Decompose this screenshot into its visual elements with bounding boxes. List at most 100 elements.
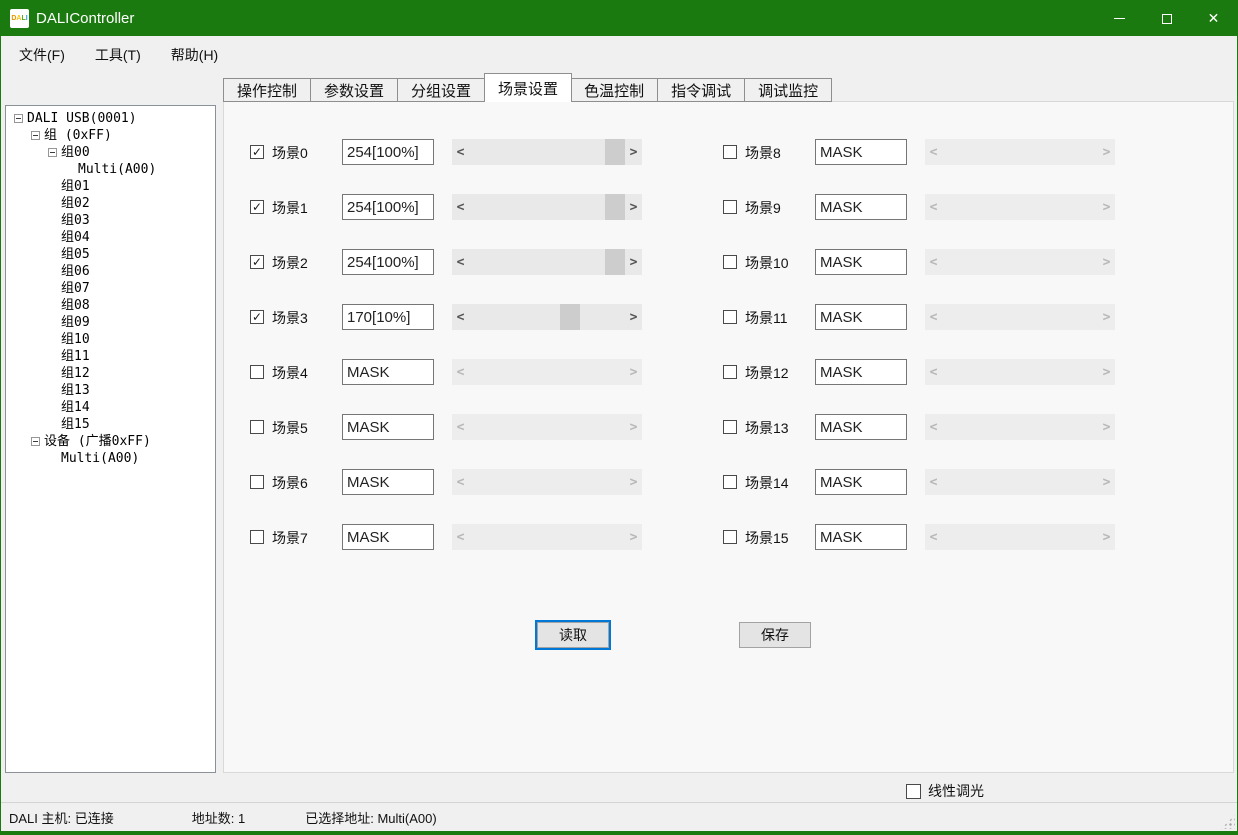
scene-value-input[interactable] — [815, 194, 907, 220]
tree-item[interactable]: 组04 — [6, 229, 215, 246]
scene-checkbox[interactable] — [723, 145, 737, 159]
scrollbar-right-arrow-icon[interactable]: > — [625, 249, 642, 275]
tree-collapse-icon[interactable] — [31, 437, 40, 446]
tree-collapse-icon[interactable] — [31, 131, 40, 140]
tree-item[interactable]: 组02 — [6, 195, 215, 212]
close-button[interactable]: ✕ — [1190, 1, 1237, 36]
scene-value-input[interactable] — [815, 469, 907, 495]
menu-file[interactable]: 文件(F) — [9, 40, 75, 70]
scene-value-input[interactable] — [342, 139, 434, 165]
scene-value-input[interactable] — [815, 304, 907, 330]
scene-checkbox[interactable] — [250, 420, 264, 434]
scene-checkbox[interactable]: ✓ — [250, 145, 264, 159]
scene-checkbox[interactable] — [250, 475, 264, 489]
tree-item[interactable]: 组 (0xFF) — [6, 127, 215, 144]
scene-level-scrollbar: <> — [925, 359, 1115, 385]
scene-checkbox[interactable] — [723, 200, 737, 214]
tab-2[interactable]: 参数设置 — [311, 78, 398, 102]
tree-item[interactable]: 组11 — [6, 348, 215, 365]
tree-item[interactable]: 组01 — [6, 178, 215, 195]
tab-4[interactable]: 场景设置 — [484, 73, 572, 102]
scene-level-scrollbar[interactable]: <> — [452, 139, 642, 165]
read-button[interactable]: 读取 — [537, 622, 609, 648]
tab-1[interactable]: 操作控制 — [223, 78, 311, 102]
tree-item[interactable]: 组09 — [6, 314, 215, 331]
tree-item[interactable]: Multi(A00) — [6, 450, 215, 467]
scene-row: ✓场景3<> — [250, 304, 682, 330]
tree-item-label: 组15 — [61, 416, 90, 433]
scene-value-input[interactable] — [815, 139, 907, 165]
tree-item[interactable]: 组14 — [6, 399, 215, 416]
scrollbar-left-arrow-icon[interactable]: < — [452, 304, 469, 330]
scene-checkbox[interactable]: ✓ — [250, 255, 264, 269]
scrollbar-left-arrow-icon[interactable]: < — [452, 139, 469, 165]
scene-value-input[interactable] — [342, 304, 434, 330]
tab-6[interactable]: 指令调试 — [658, 78, 745, 102]
scene-value-input[interactable] — [342, 194, 434, 220]
menu-tools[interactable]: 工具(T) — [85, 40, 151, 70]
tree-collapse-icon[interactable] — [14, 114, 23, 123]
scene-checkbox[interactable] — [723, 365, 737, 379]
scrollbar-left-arrow-icon[interactable]: < — [452, 249, 469, 275]
scene-value-input[interactable] — [342, 469, 434, 495]
tree-item[interactable]: DALI USB(0001) — [6, 110, 215, 127]
scrollbar-left-arrow-icon: < — [452, 469, 469, 495]
scene-checkbox[interactable] — [250, 365, 264, 379]
status-selected-address: 已选择地址: Multi(A00) — [305, 808, 436, 827]
maximize-button[interactable] — [1143, 1, 1190, 36]
scene-value-input[interactable] — [815, 524, 907, 550]
scrollbar-thumb[interactable] — [560, 304, 580, 330]
scene-value-input[interactable] — [342, 359, 434, 385]
tab-5[interactable]: 色温控制 — [571, 78, 658, 102]
scene-checkbox[interactable] — [250, 530, 264, 544]
scene-value-input[interactable] — [815, 359, 907, 385]
scene-level-scrollbar[interactable]: <> — [452, 249, 642, 275]
scene-level-scrollbar[interactable]: <> — [452, 194, 642, 220]
scene-row: 场景11<> — [723, 304, 1155, 330]
scene-row: 场景10<> — [723, 249, 1155, 275]
scene-level-scrollbar[interactable]: <> — [452, 304, 642, 330]
tab-3[interactable]: 分组设置 — [398, 78, 485, 102]
scene-value-input[interactable] — [342, 249, 434, 275]
scene-checkbox[interactable] — [723, 475, 737, 489]
scene-checkbox[interactable]: ✓ — [250, 200, 264, 214]
scrollbar-left-arrow-icon[interactable]: < — [452, 194, 469, 220]
scene-value-input[interactable] — [815, 414, 907, 440]
linear-dimming-checkbox[interactable] — [906, 784, 921, 799]
tab-7[interactable]: 调试监控 — [745, 78, 832, 102]
tree-item[interactable]: 组07 — [6, 280, 215, 297]
scene-label: 场景4 — [272, 363, 308, 383]
tree-collapse-icon[interactable] — [48, 148, 57, 157]
menu-help[interactable]: 帮助(H) — [161, 40, 228, 70]
minimize-button[interactable] — [1096, 1, 1143, 36]
scene-checkbox[interactable] — [723, 530, 737, 544]
save-button[interactable]: 保存 — [739, 622, 811, 648]
scrollbar-thumb[interactable] — [605, 194, 625, 220]
scrollbar-thumb[interactable] — [605, 249, 625, 275]
scrollbar-right-arrow-icon: > — [1098, 469, 1115, 495]
tree-item[interactable]: 组15 — [6, 416, 215, 433]
tree-item[interactable]: 组00 — [6, 144, 215, 161]
scene-checkbox[interactable] — [723, 310, 737, 324]
tree-item[interactable]: 组05 — [6, 246, 215, 263]
scene-checkbox[interactable] — [723, 255, 737, 269]
tree-item[interactable]: 组03 — [6, 212, 215, 229]
scene-checkbox[interactable] — [723, 420, 737, 434]
tree-item[interactable]: 组10 — [6, 331, 215, 348]
scene-value-input[interactable] — [815, 249, 907, 275]
tree-item[interactable]: 组08 — [6, 297, 215, 314]
tree-item[interactable]: 组06 — [6, 263, 215, 280]
tree-item[interactable]: Multi(A00) — [6, 161, 215, 178]
scrollbar-right-arrow-icon: > — [625, 359, 642, 385]
scrollbar-right-arrow-icon[interactable]: > — [625, 139, 642, 165]
resize-grip[interactable] — [1221, 815, 1235, 829]
scene-checkbox[interactable]: ✓ — [250, 310, 264, 324]
scene-value-input[interactable] — [342, 414, 434, 440]
tree-item[interactable]: 设备 (广播0xFF) — [6, 433, 215, 450]
scene-value-input[interactable] — [342, 524, 434, 550]
scrollbar-thumb[interactable] — [605, 139, 625, 165]
tree-item[interactable]: 组13 — [6, 382, 215, 399]
scrollbar-right-arrow-icon[interactable]: > — [625, 304, 642, 330]
scrollbar-right-arrow-icon[interactable]: > — [625, 194, 642, 220]
tree-item[interactable]: 组12 — [6, 365, 215, 382]
